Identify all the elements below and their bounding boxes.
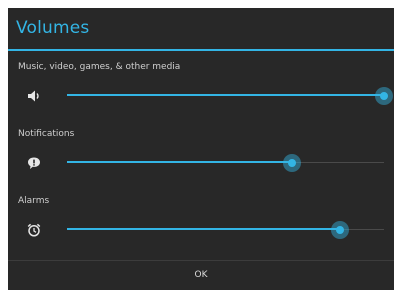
speaker-icon [26,88,42,104]
ok-button-label: OK [194,270,208,280]
media-volume-label: Music, video, games, & other media [18,62,181,72]
alarm-clock-icon [26,222,42,238]
notifications-volume-label: Notifications [18,129,75,139]
volumes-dialog: Volumes Music, video, games, & other med… [8,8,394,290]
dialog-title: Volumes [16,18,90,38]
notifications-volume-slider[interactable] [67,153,384,173]
notification-icon [26,155,42,171]
title-bar: Volumes [8,8,394,49]
media-volume-fill [67,94,384,96]
ok-button[interactable]: OK [8,261,394,290]
notifications-volume-fill [67,161,293,163]
media-volume-slider[interactable] [67,86,393,106]
title-divider [8,49,394,51]
alarms-volume-label: Alarms [18,196,50,206]
alarms-volume-fill [67,228,340,230]
notifications-volume-thumb[interactable] [283,154,302,172]
alarms-volume-thumb[interactable] [330,221,349,239]
alarms-volume-slider[interactable] [67,220,384,240]
media-volume-thumb[interactable] [375,87,393,105]
